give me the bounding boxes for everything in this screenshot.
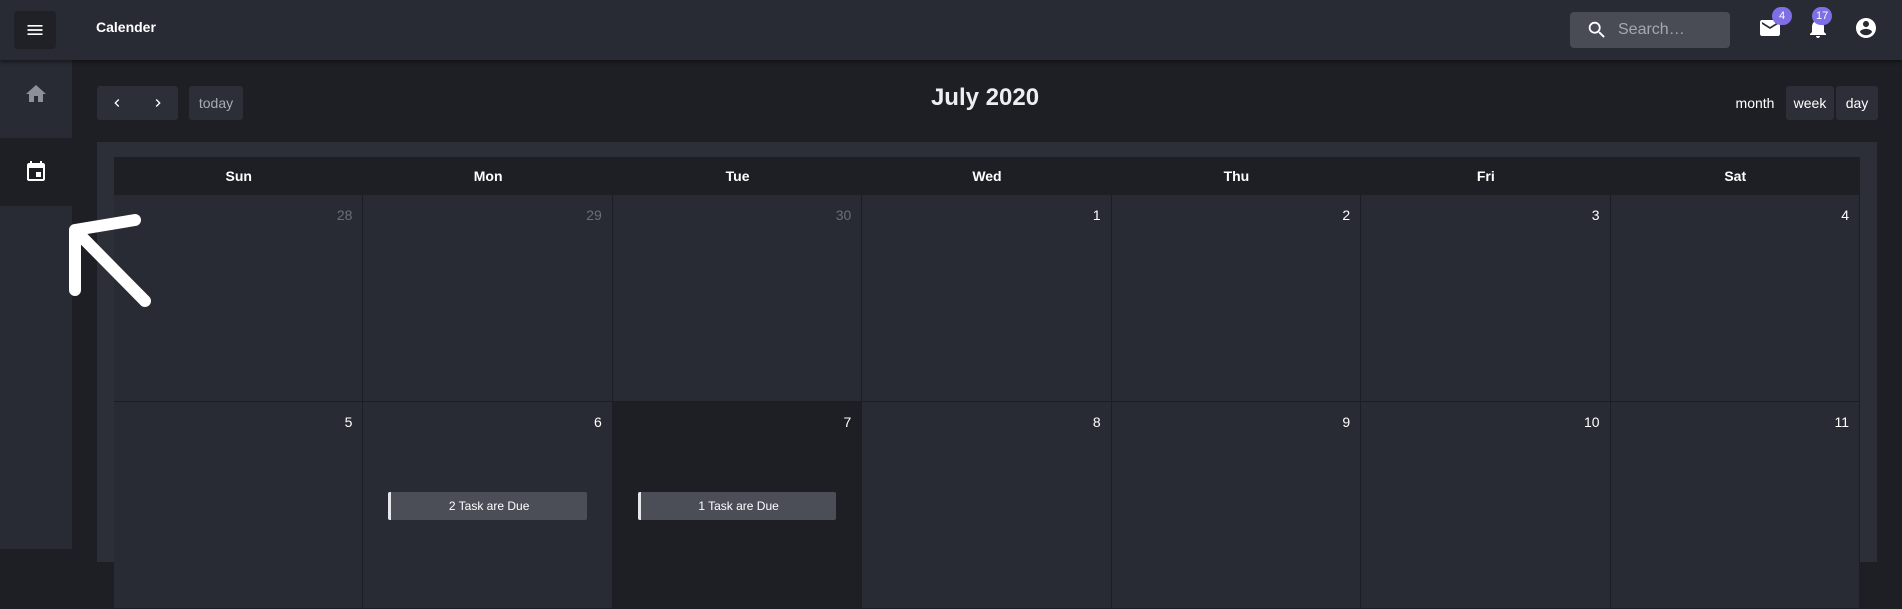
view-week-button[interactable]: week bbox=[1786, 86, 1834, 120]
date-number: 5 bbox=[344, 414, 353, 430]
view-month-button[interactable]: month bbox=[1726, 86, 1784, 120]
date-number: 8 bbox=[1092, 414, 1101, 430]
date-number: 6 bbox=[594, 414, 602, 430]
account-button[interactable] bbox=[1854, 16, 1878, 40]
notifications-button[interactable]: 17 bbox=[1806, 7, 1833, 40]
mail-button[interactable]: 4 bbox=[1758, 7, 1792, 40]
date-number: 7 bbox=[843, 414, 852, 430]
calendar-title: July 2020 bbox=[930, 84, 1040, 111]
calendar-icon bbox=[27, 161, 45, 181]
home-icon bbox=[26, 85, 46, 102]
notifications-badge: 17 bbox=[1812, 7, 1833, 25]
account-circle-icon bbox=[1856, 18, 1876, 38]
sidebar-item-home[interactable] bbox=[0, 60, 72, 128]
date-number: 9 bbox=[1342, 414, 1351, 430]
weekday-tue: Tue bbox=[725, 168, 750, 184]
weekday-sat: Sat bbox=[1724, 168, 1747, 184]
mail-badge: 4 bbox=[1772, 7, 1792, 25]
date-number: 30 bbox=[835, 207, 852, 223]
day-cell[interactable]: 2 bbox=[1111, 195, 1362, 402]
day-cell[interactable]: 30 bbox=[612, 195, 863, 402]
chevron-left-icon bbox=[114, 99, 120, 107]
weekday-fri: Fri bbox=[1476, 168, 1495, 184]
menu-icon bbox=[27, 25, 43, 35]
view-day-button[interactable]: day bbox=[1836, 86, 1878, 120]
day-cell[interactable]: 9 bbox=[1111, 402, 1362, 609]
pointer-arrow-icon bbox=[69, 214, 151, 307]
day-cell[interactable]: 29 bbox=[363, 195, 613, 402]
day-cell[interactable]: 1 bbox=[862, 195, 1112, 402]
date-number: 10 bbox=[1583, 414, 1600, 430]
search-icon bbox=[1588, 21, 1605, 38]
prev-next-group bbox=[97, 86, 178, 120]
day-cell[interactable]: 5 bbox=[114, 402, 364, 609]
date-number: 3 bbox=[1591, 207, 1600, 223]
day-cell[interactable]: 6 2 Task are Due bbox=[363, 402, 613, 609]
top-app-bar: Calender 4 17 bbox=[0, 0, 1902, 60]
date-number: 29 bbox=[586, 207, 602, 223]
day-cell-today[interactable]: 7 1 Task are Due bbox=[612, 402, 863, 609]
date-number: 2 bbox=[1342, 207, 1351, 223]
day-cell[interactable]: 8 bbox=[862, 402, 1112, 609]
sidebar-item-calendar[interactable] bbox=[0, 138, 72, 206]
weekday-wed: Wed bbox=[972, 168, 1002, 184]
date-number: 4 bbox=[1841, 207, 1849, 223]
weekday-mon: Mon bbox=[473, 168, 503, 184]
day-cell[interactable]: 4 bbox=[1610, 195, 1860, 402]
next-month-button[interactable] bbox=[138, 86, 178, 120]
day-cell[interactable]: 11 bbox=[1610, 402, 1860, 609]
weekday-sun: Sun bbox=[225, 168, 252, 184]
today-button[interactable]: today bbox=[189, 86, 243, 120]
chevron-right-icon bbox=[155, 99, 161, 107]
search-box[interactable] bbox=[1570, 12, 1730, 48]
date-number: 1 bbox=[1092, 207, 1101, 223]
prev-month-button[interactable] bbox=[97, 86, 137, 120]
search-input[interactable] bbox=[1618, 18, 1722, 42]
weekday-thu: Thu bbox=[1223, 168, 1250, 184]
date-number: 28 bbox=[336, 207, 353, 223]
calendar-event[interactable]: 1 Task are Due bbox=[637, 492, 837, 520]
calendar-event[interactable]: 2 Task are Due bbox=[388, 492, 587, 520]
menu-button[interactable] bbox=[14, 11, 56, 49]
weekday-header: Sun Mon Tue Wed Thu Fri Sat bbox=[114, 157, 1860, 195]
date-number: 11 bbox=[1834, 414, 1849, 430]
day-cell[interactable]: 10 bbox=[1361, 402, 1611, 609]
month-grid: 28 29 30 1 2 3 4 5 6 2 Task are Due 7 1 … bbox=[114, 195, 1860, 609]
day-cell[interactable]: 3 bbox=[1361, 195, 1611, 402]
app-title: Calender bbox=[96, 19, 156, 35]
